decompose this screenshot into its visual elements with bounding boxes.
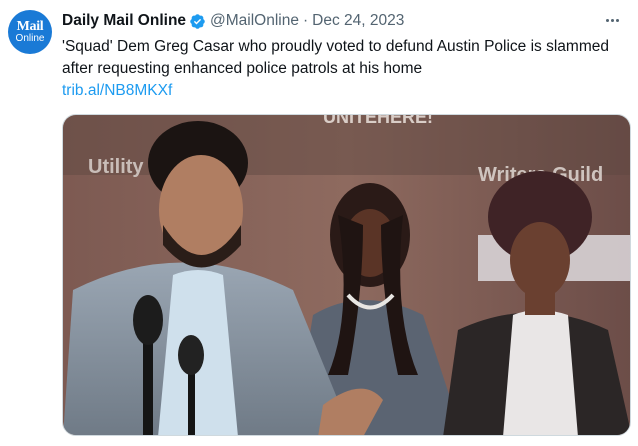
tweet-link[interactable]: trib.al/NB8MKXf — [62, 80, 172, 102]
more-options-icon[interactable] — [600, 10, 624, 30]
backdrop-text-utility: Utility — [88, 156, 144, 178]
author-handle[interactable]: @MailOnline — [210, 12, 299, 30]
tweet-card[interactable]: Mail Online Daily Mail Online @MailOnlin… — [0, 0, 638, 446]
backdrop-text-unitehere: UNITEHERE! — [323, 115, 433, 127]
tweet-media-photo[interactable]: Utility Writers Guild UNITEHERE! — [62, 114, 631, 436]
tweet-text: 'Squad' Dem Greg Casar who proudly voted… — [62, 38, 609, 77]
more-dot — [605, 18, 609, 22]
avatar-logo-bottom: Online — [15, 33, 45, 44]
more-dot — [615, 18, 619, 22]
header-separator: · — [303, 12, 309, 29]
press-conference-photo: Utility Writers Guild UNITEHERE! — [63, 115, 630, 435]
avatar[interactable]: Mail Online — [8, 10, 52, 54]
verified-badge-icon[interactable] — [189, 13, 206, 30]
author-display-name[interactable]: Daily Mail Online — [62, 12, 186, 30]
avatar-logo-top: Mail — [16, 19, 44, 34]
tweet-date[interactable]: Dec 24, 2023 — [312, 12, 404, 30]
more-dot — [610, 18, 614, 22]
tweet-header: Daily Mail Online @MailOnline · Dec 24, … — [62, 11, 404, 31]
